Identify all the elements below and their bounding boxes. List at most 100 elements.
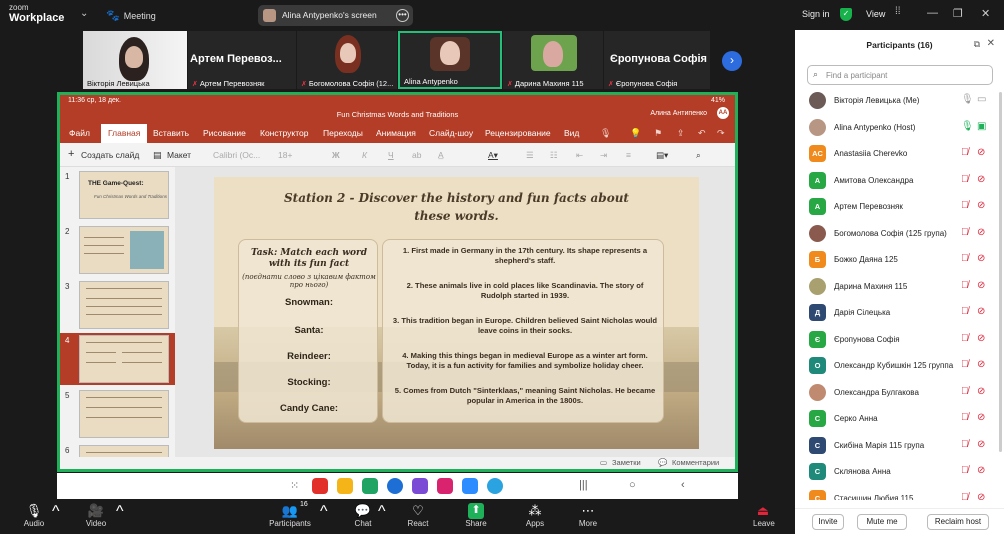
camera-off-icon[interactable]: ⊘ bbox=[977, 227, 985, 238]
new-slide-button[interactable]: Создать слайд bbox=[81, 150, 139, 160]
mic-off-icon[interactable]: 🎙̸ bbox=[961, 333, 969, 344]
apps-grid-icon[interactable]: ⁙ bbox=[290, 479, 299, 492]
grid-icon[interactable]: ⁞⁞ bbox=[895, 6, 901, 17]
participant-row[interactable]: С Склянова Анна 🎙̸ ⊘ bbox=[795, 459, 995, 485]
reclaim-host-button[interactable]: Reclaim host bbox=[927, 514, 989, 530]
numbering-icon[interactable]: ☷ bbox=[550, 150, 558, 161]
apps-button[interactable]: ⁂ Apps bbox=[522, 503, 548, 528]
font-select[interactable]: Calibri (Ос... bbox=[213, 150, 260, 160]
minimize-icon[interactable]: — bbox=[927, 7, 938, 19]
invite-button[interactable]: Invite bbox=[812, 514, 844, 530]
comments-icon[interactable]: 💬 bbox=[658, 458, 667, 467]
participant-row[interactable]: A Амитова Олександра 🎙̸ ⊘ bbox=[795, 168, 995, 194]
close-icon[interactable]: ✕ bbox=[981, 7, 990, 20]
tab-design[interactable]: Конструктор bbox=[260, 128, 308, 138]
mic-off-icon[interactable]: 🎙̸ bbox=[961, 386, 969, 397]
present-icon[interactable]: ⚑ bbox=[654, 128, 662, 139]
participant-row[interactable]: Олександра Булгакова 🎙̸ ⊘ bbox=[795, 380, 995, 406]
folder-icon[interactable] bbox=[337, 478, 353, 494]
layout-icon[interactable]: ▤ bbox=[153, 150, 162, 161]
audio-options-icon[interactable]: ^ bbox=[52, 503, 60, 521]
share-icon[interactable]: ⇪ bbox=[677, 128, 685, 139]
mic-off-icon[interactable]: 🎙̸ bbox=[961, 147, 969, 158]
video-tile-active[interactable]: Alina Antypenko bbox=[398, 31, 502, 89]
tab-file[interactable]: Файл bbox=[69, 128, 90, 138]
outdent-icon[interactable]: ⇤ bbox=[576, 150, 583, 161]
tab-animation[interactable]: Анимация bbox=[376, 128, 416, 138]
mic-off-icon[interactable]: 🎙̸ bbox=[961, 412, 969, 423]
more-button[interactable]: ⋯ More bbox=[574, 503, 602, 528]
mic-off-icon[interactable]: 🎙̸ bbox=[961, 306, 969, 317]
scrollbar[interactable] bbox=[999, 92, 1002, 452]
participant-row[interactable]: С Серко Анна 🎙̸ ⊘ bbox=[795, 406, 995, 432]
chat-app-icon[interactable] bbox=[387, 478, 403, 494]
app-icon[interactable] bbox=[412, 478, 428, 494]
tab-home[interactable]: Главная bbox=[101, 124, 148, 143]
next-page-button[interactable]: › bbox=[722, 51, 742, 71]
camera-off-icon[interactable]: ⊘ bbox=[977, 333, 985, 344]
video-tile[interactable]: ✗ Богомолова Софія (12... bbox=[297, 31, 397, 89]
participants-options-icon[interactable]: ^ bbox=[320, 503, 328, 521]
font-size-select[interactable]: 18+ bbox=[278, 150, 292, 160]
search-icon[interactable]: ⌕ bbox=[696, 150, 701, 161]
underline-icon[interactable]: Ч bbox=[388, 150, 394, 160]
participant-row[interactable]: Вікторія Левицька (Me) 🎙 ▭ bbox=[795, 88, 995, 114]
mic-off-icon[interactable]: 🎙̸ bbox=[961, 200, 969, 211]
font-color-icon[interactable]: A▾ bbox=[488, 150, 498, 161]
tab-slideshow[interactable]: Слайд-шоу bbox=[429, 128, 473, 138]
microphone-icon[interactable]: 🎙 bbox=[600, 128, 611, 139]
tab-insert[interactable]: Вставить bbox=[153, 128, 189, 138]
undo-icon[interactable]: ↶ bbox=[698, 128, 706, 139]
participant-row[interactable]: С Скибіна Марія 115 група 🎙̸ ⊘ bbox=[795, 433, 995, 459]
camera-off-icon[interactable]: ⊘ bbox=[977, 306, 985, 317]
camera-off-icon[interactable]: ⊘ bbox=[977, 147, 985, 158]
app-icon[interactable] bbox=[312, 478, 328, 494]
mic-icon[interactable]: 🎙 bbox=[961, 94, 974, 105]
sign-in-button[interactable]: Sign in bbox=[802, 9, 830, 19]
app-icon[interactable] bbox=[362, 478, 378, 494]
tab-draw[interactable]: Рисование bbox=[203, 128, 246, 138]
camera-off-icon[interactable]: ⊘ bbox=[977, 439, 985, 450]
video-tile[interactable]: ✗ Дарина Махиня 115 bbox=[503, 31, 603, 89]
chevron-down-icon[interactable]: ⌄ bbox=[80, 8, 88, 19]
strikethrough-icon[interactable]: ab bbox=[412, 150, 421, 160]
shield-icon[interactable]: ✓ bbox=[840, 8, 852, 21]
view-button[interactable]: View bbox=[866, 9, 885, 19]
zoom-app-icon[interactable] bbox=[462, 478, 478, 494]
slide-thumb-active[interactable]: 4 bbox=[60, 333, 175, 385]
lightbulb-icon[interactable]: 💡 bbox=[630, 128, 641, 139]
italic-icon[interactable]: К bbox=[362, 150, 367, 160]
mic-off-icon[interactable]: 🎙̸ bbox=[961, 280, 969, 291]
camera-off-icon[interactable]: ⊘ bbox=[977, 200, 985, 211]
camera-off-icon[interactable]: ⊘ bbox=[977, 253, 985, 264]
mic-on-icon[interactable]: 🎙 bbox=[961, 121, 974, 132]
participant-row[interactable]: Богомолова Софія (125 група) 🎙̸ ⊘ bbox=[795, 221, 995, 247]
participant-row[interactable]: Alina Antypenko (Host) 🎙 ▣ bbox=[795, 115, 995, 141]
camera-off-icon[interactable]: ⊘ bbox=[977, 465, 985, 476]
indent-icon[interactable]: ⇥ bbox=[600, 150, 607, 161]
plus-icon[interactable]: + bbox=[68, 148, 74, 160]
camera-off-icon[interactable]: ⊘ bbox=[977, 174, 985, 185]
camera-off-icon[interactable]: ⊘ bbox=[977, 386, 985, 397]
mic-off-icon[interactable]: 🎙̸ bbox=[961, 439, 969, 450]
slide-thumb[interactable]: 1 THE Game-Quest: Fun Christmas Words and… bbox=[60, 169, 175, 221]
back-icon[interactable]: ‹ bbox=[681, 479, 685, 491]
slide-thumb[interactable]: 3 bbox=[60, 279, 175, 331]
layout-button[interactable]: Макет bbox=[167, 150, 191, 160]
app-icon[interactable] bbox=[437, 478, 453, 494]
notes-icon[interactable]: ▭ bbox=[600, 458, 607, 467]
close-panel-icon[interactable]: ✕ bbox=[987, 38, 995, 49]
camera-off-icon[interactable]: ⊘ bbox=[977, 412, 985, 423]
chat-options-icon[interactable]: ^ bbox=[378, 503, 386, 521]
mute-me-button[interactable]: Mute me bbox=[857, 514, 907, 530]
react-button[interactable]: ♡ React bbox=[404, 503, 432, 528]
mic-off-icon[interactable]: 🎙̸ bbox=[961, 253, 969, 264]
mic-off-icon[interactable]: 🎙̸ bbox=[961, 465, 969, 476]
participant-row[interactable]: Дарина Махиня 115 🎙̸ ⊘ bbox=[795, 274, 995, 300]
tab-review[interactable]: Рецензирование bbox=[485, 128, 551, 138]
current-slide[interactable]: Station 2 - Discover the history and fun… bbox=[214, 177, 699, 449]
video-tile[interactable]: Вікторія Левицька bbox=[83, 31, 187, 89]
recent-apps-icon[interactable]: ||| bbox=[579, 479, 588, 491]
participant-row[interactable]: Б Божко Даяна 125 🎙̸ ⊘ bbox=[795, 247, 995, 273]
participant-row[interactable]: AC Anastasiia Cherevko 🎙̸ ⊘ bbox=[795, 141, 995, 167]
